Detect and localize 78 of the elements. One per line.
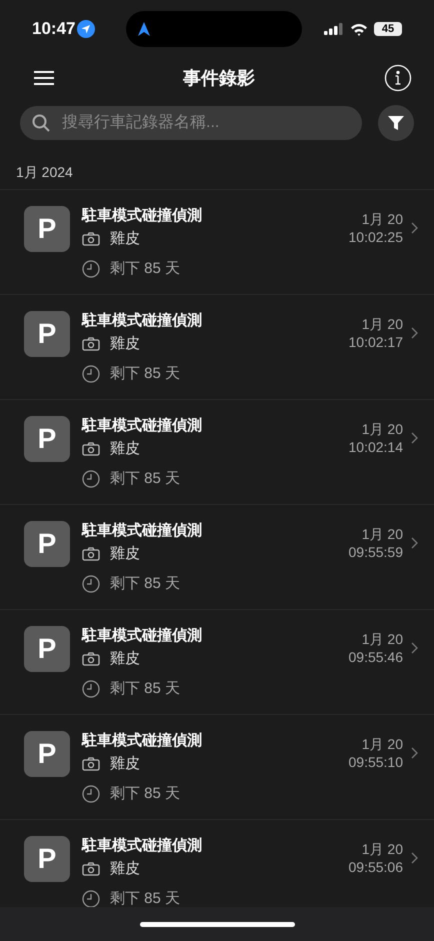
page-title: 事件錄影 bbox=[183, 66, 255, 90]
event-time: 10:02:14 bbox=[348, 438, 403, 456]
chevron-right-icon[interactable] bbox=[411, 327, 418, 339]
event-title: 駐車模式碰撞偵測 bbox=[82, 521, 203, 541]
parking-badge: P bbox=[24, 731, 70, 777]
camera-name: 雞皮 bbox=[110, 229, 140, 249]
camera-icon bbox=[82, 862, 100, 876]
event-title: 駐車模式碰撞偵測 bbox=[82, 626, 203, 646]
section-header: 1月 2024 bbox=[16, 163, 73, 182]
clock-icon bbox=[82, 260, 100, 278]
clock-icon bbox=[82, 365, 100, 383]
chevron-right-icon[interactable] bbox=[411, 432, 418, 444]
event-time: 10:02:25 bbox=[348, 228, 403, 246]
parking-badge: P bbox=[24, 836, 70, 882]
camera-name: 雞皮 bbox=[110, 544, 140, 564]
menu-icon[interactable] bbox=[34, 71, 54, 85]
retention-text: 剩下 85 天 bbox=[110, 784, 180, 804]
camera-name: 雞皮 bbox=[110, 439, 140, 459]
event-time: 09:55:10 bbox=[348, 753, 403, 771]
camera-icon bbox=[82, 757, 100, 771]
event-date: 1月 20 bbox=[362, 525, 403, 543]
filter-icon bbox=[388, 115, 404, 131]
camera-icon bbox=[82, 652, 100, 666]
event-title: 駐車模式碰撞偵測 bbox=[82, 416, 203, 436]
retention-text: 剩下 85 天 bbox=[110, 259, 180, 279]
parking-badge: P bbox=[24, 206, 70, 252]
clock-icon bbox=[82, 470, 100, 488]
event-title: 駐車模式碰撞偵測 bbox=[82, 731, 203, 751]
chevron-right-icon[interactable] bbox=[411, 222, 418, 234]
search-field[interactable]: 搜尋行車記錄器名稱... bbox=[20, 106, 362, 140]
event-title: 駐車模式碰撞偵測 bbox=[82, 311, 203, 331]
event-date: 1月 20 bbox=[362, 210, 403, 228]
camera-icon bbox=[82, 232, 100, 246]
camera-name: 雞皮 bbox=[110, 334, 140, 354]
retention-text: 剩下 85 天 bbox=[110, 889, 180, 907]
event-time: 09:55:06 bbox=[348, 858, 403, 876]
info-icon[interactable] bbox=[384, 64, 412, 92]
camera-icon bbox=[82, 547, 100, 561]
clock-icon bbox=[82, 575, 100, 593]
wifi-icon bbox=[350, 22, 368, 36]
location-icon bbox=[77, 20, 96, 38]
clock-icon bbox=[82, 680, 100, 698]
chevron-right-icon[interactable] bbox=[411, 852, 418, 864]
event-time: 10:02:17 bbox=[348, 333, 403, 351]
event-date: 1月 20 bbox=[362, 735, 403, 753]
event-time: 09:55:59 bbox=[348, 543, 403, 561]
chevron-right-icon[interactable] bbox=[411, 747, 418, 759]
camera-icon bbox=[82, 442, 100, 456]
chevron-right-icon[interactable] bbox=[411, 642, 418, 654]
event-date: 1月 20 bbox=[362, 630, 403, 648]
filter-button[interactable] bbox=[378, 105, 414, 141]
parking-badge: P bbox=[24, 416, 70, 462]
retention-text: 剩下 85 天 bbox=[110, 364, 180, 384]
status-time: 10:47 bbox=[32, 18, 76, 40]
retention-text: 剩下 85 天 bbox=[110, 469, 180, 489]
event-title: 駐車模式碰撞偵測 bbox=[82, 206, 203, 226]
event-time: 09:55:46 bbox=[348, 648, 403, 666]
event-date: 1月 20 bbox=[362, 315, 403, 333]
search-icon bbox=[32, 114, 50, 132]
retention-text: 剩下 85 天 bbox=[110, 574, 180, 594]
signal-icon bbox=[324, 23, 344, 35]
camera-icon bbox=[82, 337, 100, 351]
parking-badge: P bbox=[24, 626, 70, 672]
chevron-right-icon[interactable] bbox=[411, 537, 418, 549]
event-date: 1月 20 bbox=[362, 840, 403, 858]
clock-icon bbox=[82, 890, 100, 907]
parking-badge: P bbox=[24, 311, 70, 357]
home-indicator[interactable] bbox=[140, 922, 294, 926]
event-title: 駐車模式碰撞偵測 bbox=[82, 836, 203, 856]
camera-name: 雞皮 bbox=[110, 859, 140, 879]
parking-badge: P bbox=[24, 521, 70, 567]
event-date: 1月 20 bbox=[362, 420, 403, 438]
navigation-arrow-icon bbox=[138, 22, 150, 36]
battery-indicator: 45 bbox=[374, 22, 402, 36]
clock-icon bbox=[82, 785, 100, 803]
camera-name: 雞皮 bbox=[110, 754, 140, 774]
camera-name: 雞皮 bbox=[110, 649, 140, 669]
retention-text: 剩下 85 天 bbox=[110, 679, 180, 699]
